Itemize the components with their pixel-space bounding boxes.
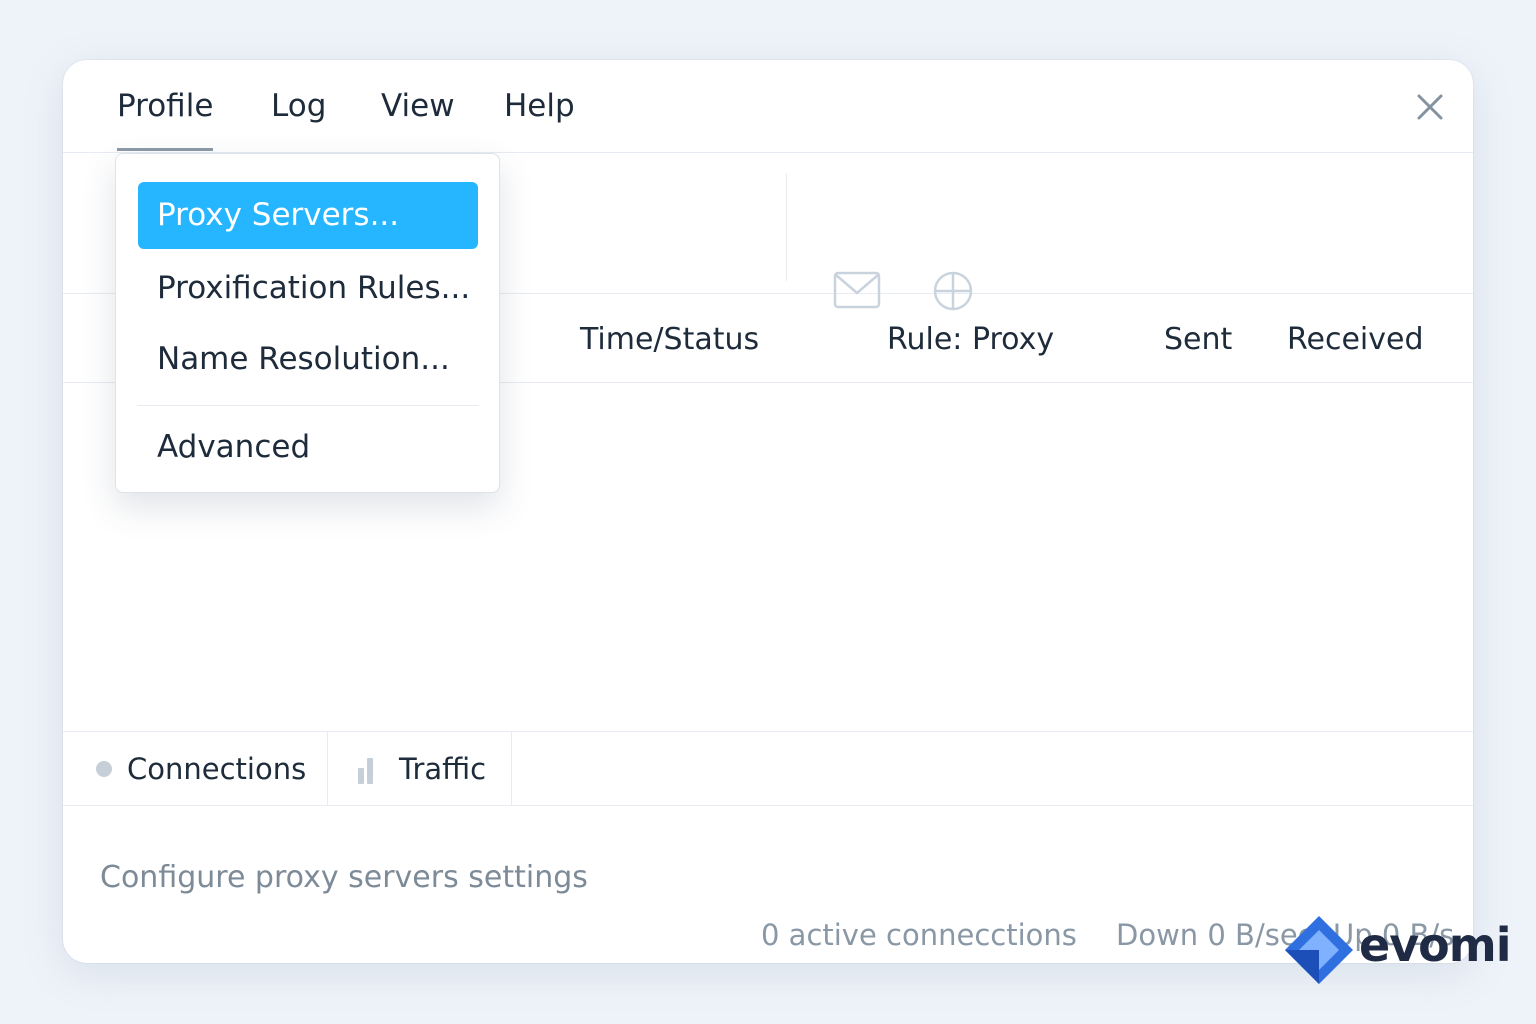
profile-dropdown-menu: Proxy Servers... Proxification Rules... … — [115, 153, 500, 493]
tab-traffic[interactable]: Traffic — [328, 732, 512, 805]
column-received[interactable]: Received — [1287, 322, 1424, 357]
tab-connections-label: Connections — [127, 752, 307, 786]
column-time-status[interactable]: Time/Status — [580, 322, 759, 357]
evomi-logo-icon — [1285, 916, 1353, 984]
tab-traffic-label: Traffic — [399, 752, 487, 786]
menu-log[interactable]: Log — [271, 88, 326, 124]
menu-item-label: Proxification Rules... — [157, 270, 471, 306]
menu-help[interactable]: Help — [504, 88, 575, 124]
menu-profile[interactable]: Profile — [117, 88, 214, 151]
menu-item-label: Advanced — [157, 429, 311, 465]
menu-item-name-resolution[interactable]: Name Resolution... — [138, 326, 478, 393]
active-connections-count: 0 active conneccti﻿ons — [761, 918, 1077, 952]
evomi-logo-text: evomi — [1359, 918, 1511, 972]
menu-item-label: Name Resolution... — [157, 341, 450, 377]
menu-item-proxification-rules[interactable]: Proxification Rules... — [138, 255, 478, 322]
menu-item-proxy-servers[interactable]: Proxy Servers... — [138, 182, 478, 249]
column-rule-proxy[interactable]: Rule: Proxy — [887, 322, 1054, 357]
bar-chart-icon — [358, 758, 373, 784]
menu-separator — [137, 405, 479, 406]
toolbar-divider — [786, 173, 787, 281]
status-hint: Configure proxy servers settings — [100, 860, 588, 895]
close-icon[interactable] — [1413, 90, 1447, 124]
tab-connections[interactable]: Connections — [63, 732, 328, 805]
menu-bar: Profile Log View Help — [63, 60, 1473, 153]
menu-view[interactable]: View — [381, 88, 455, 124]
evomi-watermark-logo: evomi — [1283, 912, 1511, 988]
column-sent[interactable]: Sent — [1164, 322, 1232, 357]
bottom-tab-bar: Connections Traffic — [63, 731, 1473, 806]
menu-item-advanced[interactable]: Advanced — [138, 414, 478, 481]
status-dot-icon — [96, 761, 112, 777]
menu-item-label: Proxy Servers... — [157, 197, 400, 233]
